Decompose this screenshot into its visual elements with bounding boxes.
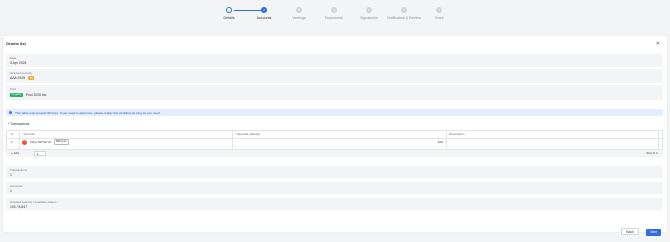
granted-security-value: AAA 2026 TS [10,76,35,80]
card-title: Grants list [6,41,26,46]
step-number: 4 [331,7,337,13]
pool-label: Pool [10,87,17,91]
summary-accounts-box: Accounts 1 [6,182,663,194]
account-tag-chip: BEN-112 [53,139,69,145]
step-label: Notification & Review [387,16,421,20]
step-label: Accounts [256,16,272,20]
summary-quantity-box: Granted quantity / Available shares 100 … [6,198,663,210]
description-cell[interactable] [449,138,654,146]
step-number: 3 [296,7,302,13]
summary-transactions-label: Transactions [10,168,28,172]
pool-value: Ongoing Pool 2026 bis [10,93,46,97]
column-header-description: Description [449,132,465,136]
granted-security-label: Granted security [10,71,33,75]
next-button[interactable]: Next [646,229,661,236]
step-number: 2 [261,7,267,13]
date-label: Date [10,56,17,60]
transactions-section-label: * Transactions [8,122,30,126]
summary-transactions-value: 1 [10,172,12,177]
quantity-cell[interactable]: 100 [235,138,443,146]
notice-text: This table only accepts 50 lines. If you… [15,110,161,115]
grants-card: Grants list ✕ Date 3 Apr 2026 Granted se… [3,36,667,236]
pool-status-badge: Ongoing [10,92,23,97]
pool-box: Pool Ongoing Pool 2026 bis [6,85,663,100]
step-details[interactable]: ✓ Details [212,7,246,20]
back-button[interactable]: Back [621,228,639,235]
step-label: Vestings [292,16,306,20]
summary-accounts-value: 1 [10,188,12,193]
step-signatories[interactable]: 5 Signatories [352,7,386,20]
add-row-bar: + Add 1 Size 5 ∨ [6,150,663,157]
step-number: 6 [401,7,407,13]
info-icon: i [9,110,13,115]
step-documents[interactable]: 4 Documents [317,7,351,20]
step-notification-review[interactable]: 6 Notification & Review [387,7,421,20]
add-row-button[interactable]: + Add [11,151,19,155]
avatar: VT [22,139,27,145]
column-header-account: * Account [22,132,36,136]
account-name: Vitya TATSUYA [29,140,51,144]
step-accounts[interactable]: 2 Accounts [247,7,281,20]
close-icon[interactable]: ✕ [656,41,660,47]
step-number: 7 [436,7,442,13]
granted-security-box: Granted security AAA 2026 TS [6,69,663,83]
step-grant[interactable]: 7 Grant [422,7,456,20]
column-divider [232,131,233,149]
step-label: Signatories [360,16,378,20]
summary-accounts-label: Accounts [10,184,23,188]
date-value: 3 Apr 2026 [10,61,27,65]
account-cell[interactable]: VT Vitya TATSUYA BEN-112 [22,138,69,146]
step-label: Documents [324,16,344,20]
column-divider [446,131,447,149]
column-header-num: # [11,132,13,136]
footer-actions: Back Next [618,220,661,238]
step-number: 5 [366,7,372,13]
column-divider [19,131,20,149]
pool-name: Pool 2026 bis [25,92,47,97]
info-notice: i This table only accepts 50 lines. If y… [6,109,663,116]
check-icon: ✓ [226,7,232,13]
date-box: Date 3 Apr 2026 [6,54,663,67]
column-divider [658,131,659,149]
step-label: Grant [434,16,444,20]
transactions-table: # * Account * Granted quantity Descripti… [6,130,663,150]
summary-quantity-label: Granted quantity / Available shares [10,200,57,204]
page-size-select[interactable]: Size 5 ∨ [646,151,658,155]
row-number: 1 [11,140,13,144]
step-label: Details [223,16,235,20]
column-header-quantity: * Granted quantity [235,132,260,136]
granted-security-name: AAA 2026 [10,76,26,80]
add-quantity-input[interactable]: 1 [34,151,46,156]
summary-quantity-value: 100 / 8,847 [10,204,27,209]
summary-transactions-box: Transactions 1 [6,166,663,178]
security-type-badge: TS [28,76,35,80]
workflow-stepper: ✓ Details 2 Accounts 3 Vestings 4 Docume… [212,7,454,31]
step-vestings[interactable]: 3 Vestings [282,7,316,20]
